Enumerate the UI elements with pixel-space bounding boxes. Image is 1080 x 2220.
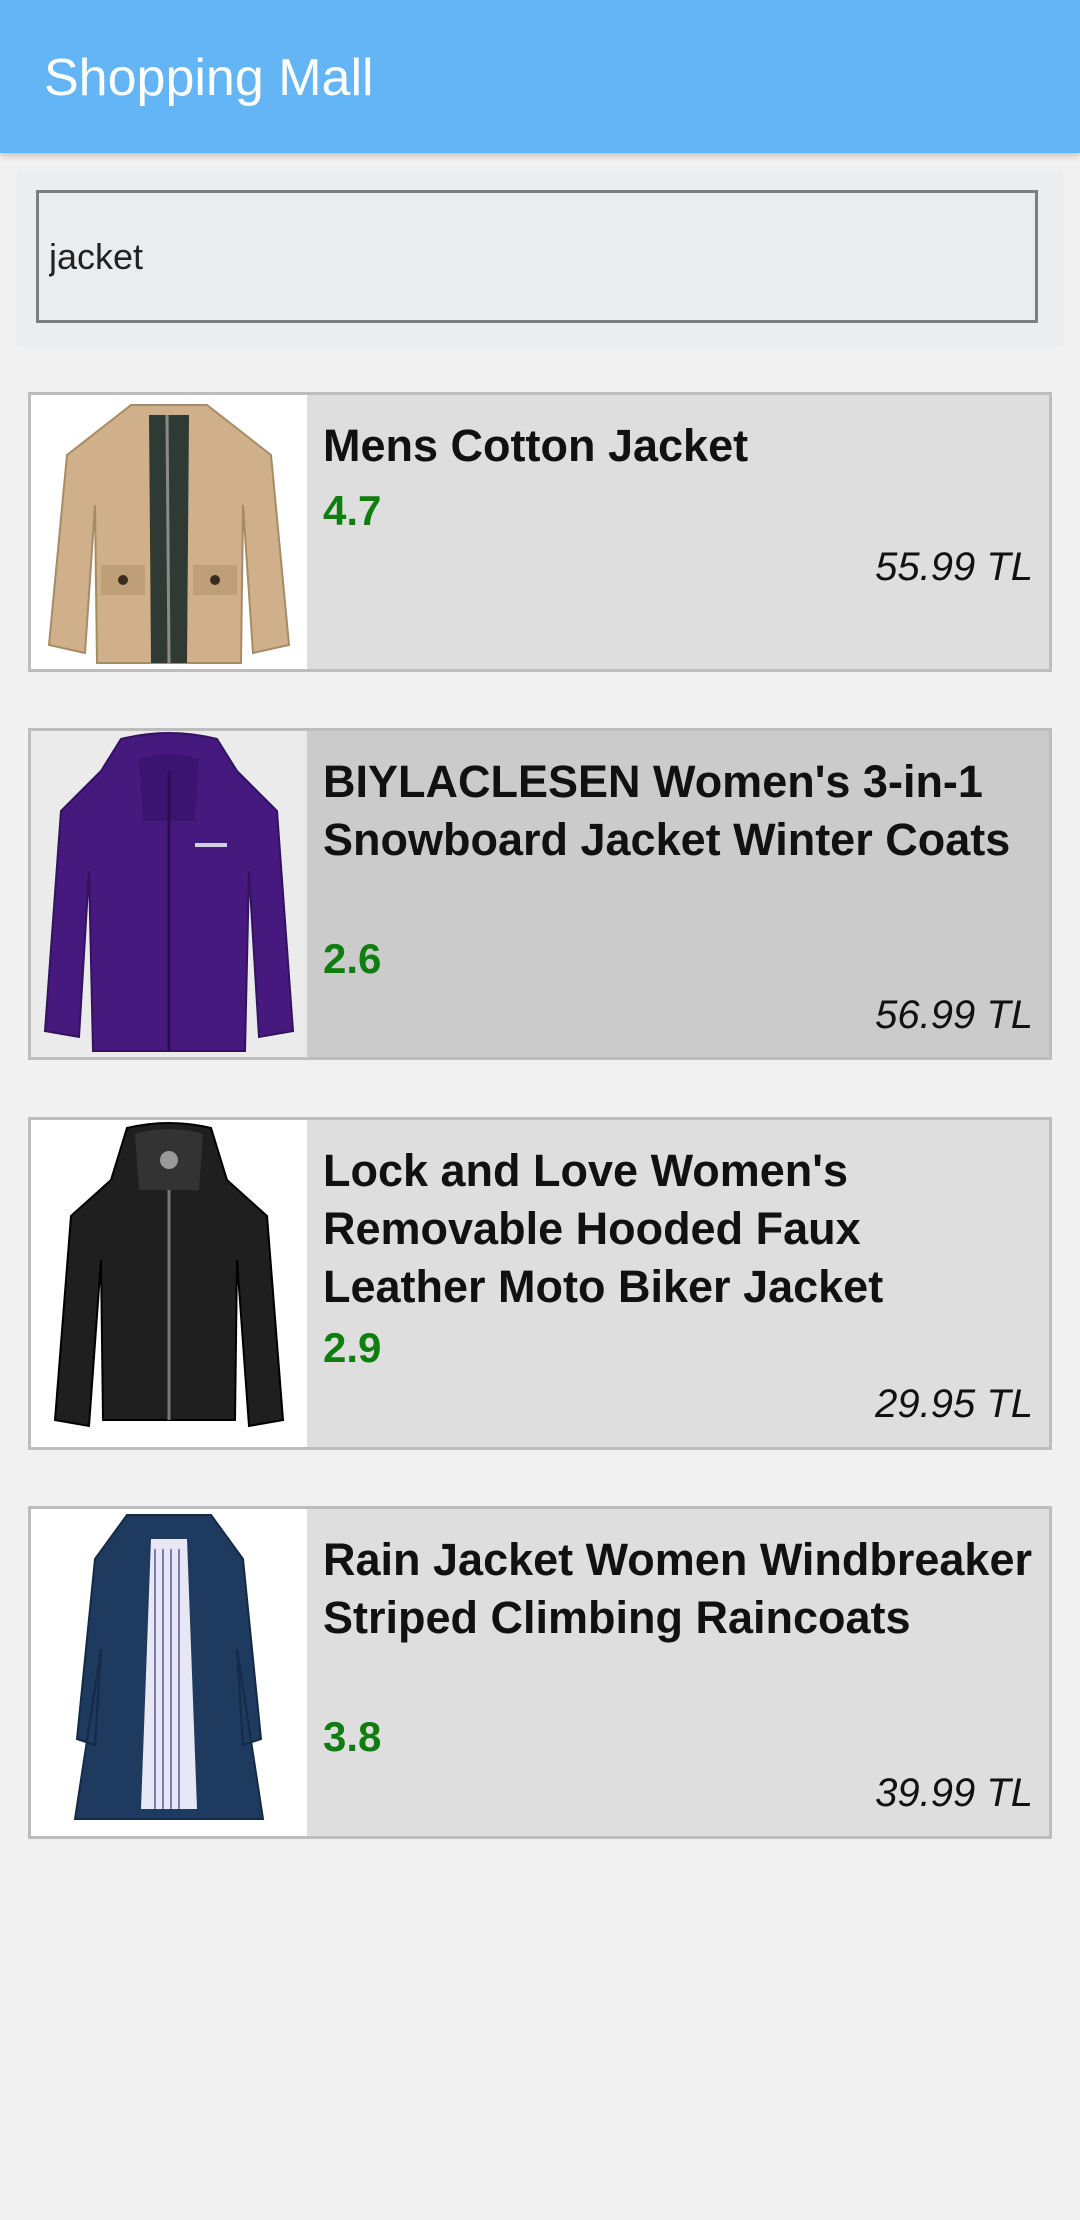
product-price: 55.99 TL [875, 545, 1033, 589]
product-title: Rain Jacket Women Windbreaker Striped Cl… [323, 1534, 1032, 1643]
black-leather-jacket-image [53, 1122, 285, 1428]
product-price: 56.99 TL [875, 993, 1033, 1037]
navy-raincoat-image [73, 1514, 265, 1820]
product-price: 39.99 TL [875, 1771, 1033, 1815]
product-title: Mens Cotton Jacket [323, 420, 749, 471]
product-rating: 3.8 [323, 1713, 382, 1760]
product-image [31, 395, 307, 669]
product-card[interactable]: BIYLACLESEN Women's 3-in-1 Snowboard Jac… [28, 728, 1052, 1060]
product-image [31, 1120, 307, 1447]
app-bar: Shopping Mall [0, 0, 1080, 153]
product-price: 29.95 TL [875, 1382, 1033, 1426]
product-image [31, 1509, 307, 1836]
product-card[interactable]: Lock and Love Women's Removable Hooded F… [28, 1117, 1052, 1450]
product-rating: 2.9 [323, 1324, 382, 1371]
product-card[interactable]: Mens Cotton Jacket 4.7 55.99 TL [28, 392, 1052, 672]
product-title: BIYLACLESEN Women's 3-in-1 Snowboard Jac… [323, 756, 1011, 865]
product-rating: 2.6 [323, 935, 382, 982]
product-card[interactable]: Rain Jacket Women Windbreaker Striped Cl… [28, 1506, 1052, 1839]
search-container [16, 170, 1064, 348]
search-input[interactable] [36, 190, 1038, 323]
product-image [31, 731, 307, 1057]
purple-jacket-image [43, 732, 295, 1052]
app-title: Shopping Mall [44, 49, 374, 107]
beige-jacket-image [47, 404, 291, 664]
product-rating: 4.7 [323, 487, 382, 534]
product-title: Lock and Love Women's Removable Hooded F… [323, 1145, 884, 1312]
